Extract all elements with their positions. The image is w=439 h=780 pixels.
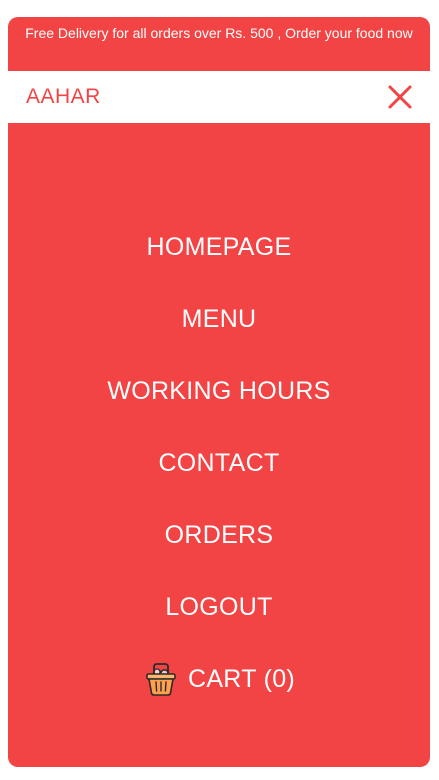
close-menu-button[interactable] [386,83,414,111]
promo-banner: Free Delivery for all orders over Rs. 50… [8,17,430,71]
nav-menu: HOMEPAGE MENU WORKING HOURS CONTACT ORDE… [8,123,430,767]
close-icon [388,85,412,109]
nav-item-homepage[interactable]: HOMEPAGE [8,227,430,267]
brand-logo[interactable]: AAHAR [26,85,101,109]
nav-item-menu[interactable]: MENU [8,299,430,339]
mobile-menu-overlay: Free Delivery for all orders over Rs. 50… [8,17,430,767]
nav-item-contact[interactable]: CONTACT [8,443,430,483]
nav-item-working-hours[interactable]: WORKING HOURS [8,371,430,411]
nav-item-orders[interactable]: ORDERS [8,515,430,555]
promo-banner-text: Free Delivery for all orders over Rs. 50… [25,25,413,41]
nav-item-cart[interactable]: CART (0) [8,659,430,699]
cart-label: CART (0) [187,664,296,693]
nav-item-logout[interactable]: LOGOUT [8,587,430,627]
shopping-basket-icon [146,663,176,696]
navbar: AAHAR [8,71,430,123]
